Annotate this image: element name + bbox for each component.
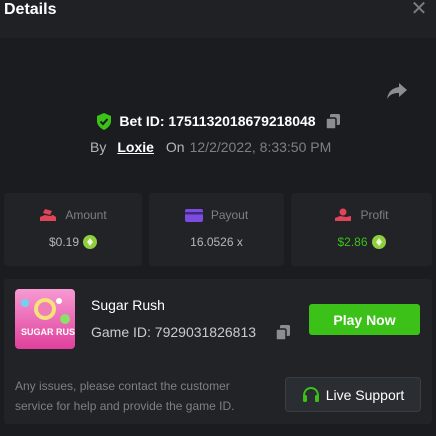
modal-title: Details — [4, 1, 57, 18]
bet-meta-row: By Loxie On 12/2/2022, 8:33:50 PM — [90, 137, 331, 157]
username-link[interactable]: Loxie — [117, 139, 154, 155]
game-id-row: Game ID: 7929031826813 — [91, 324, 291, 340]
headset-icon — [302, 386, 319, 402]
help-text: Any issues, please contact the customer … — [15, 379, 235, 413]
by-label: By — [90, 139, 107, 155]
payout-value: 16.0526 x — [190, 235, 243, 249]
coin-icon — [83, 235, 98, 249]
coin-icon — [371, 235, 386, 249]
bet-id-row: Bet ID: 1751132018679218048 — [0, 110, 436, 132]
profit-label: Profit — [360, 208, 389, 222]
shield-check-icon — [97, 112, 112, 130]
game-id: Game ID: 7929031826813 — [91, 324, 257, 340]
game-card: SUGAR RUSH Sugar Rush Game ID: 792903182… — [4, 279, 432, 424]
bet-id: Bet ID: 1751132018679218048 — [119, 113, 316, 129]
copy-icon[interactable] — [276, 324, 291, 340]
game-thumbnail[interactable]: SUGAR RUSH — [15, 289, 75, 349]
amount-value: $0.19 — [48, 235, 80, 249]
money-hand-icon — [40, 209, 57, 221]
amount-box: Amount $0.19 — [4, 193, 142, 266]
payout-label: Payout — [210, 208, 249, 222]
card-icon — [184, 208, 203, 222]
on-label: On — [165, 139, 185, 155]
modal-header: Details ✕ — [0, 0, 436, 38]
amount-label: Amount — [65, 208, 107, 222]
live-support-button[interactable]: Live Support — [285, 377, 421, 412]
profit-value: $2.86 — [337, 235, 368, 249]
profit-box: Profit $2.86 — [291, 193, 432, 266]
play-now-button[interactable]: Play Now — [309, 304, 420, 335]
thumbnail-label: SUGAR RUSH — [21, 327, 75, 337]
bet-date: 12/2/2022, 8:33:50 PM — [189, 139, 332, 155]
profit-icon — [335, 208, 352, 221]
close-icon[interactable]: ✕ — [410, 0, 428, 19]
share-icon[interactable] — [385, 81, 409, 101]
copy-icon[interactable] — [325, 113, 340, 129]
payout-box: Payout 16.0526 x — [149, 193, 284, 266]
game-name: Sugar Rush — [91, 297, 165, 313]
live-support-label: Live Support — [325, 386, 405, 403]
